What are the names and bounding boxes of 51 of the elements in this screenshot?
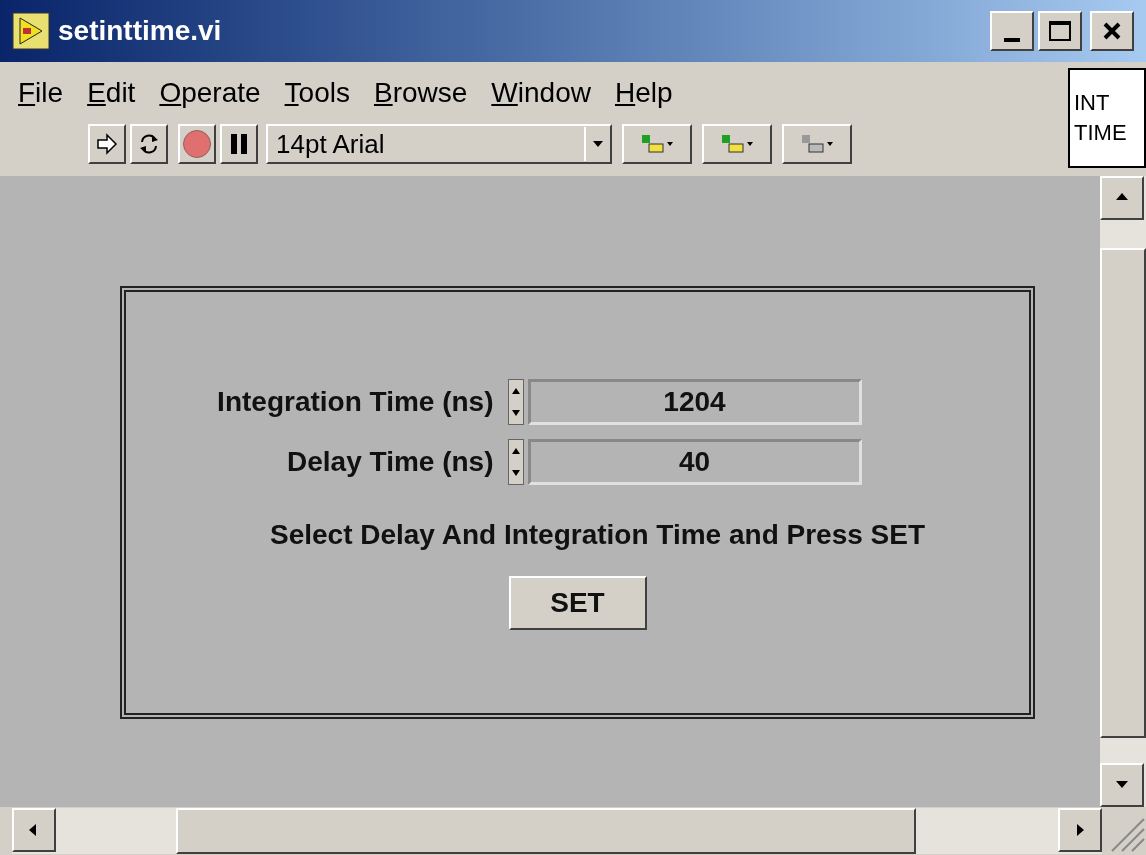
scroll-thumb[interactable] xyxy=(176,808,916,854)
font-dropdown[interactable]: 14pt Arial xyxy=(266,124,612,164)
distribute-icon xyxy=(719,132,755,156)
reorder-button[interactable] xyxy=(782,124,852,164)
minimize-icon xyxy=(1004,38,1020,42)
menu-item[interactable]: Edit xyxy=(87,72,136,114)
icon-text: TIME xyxy=(1074,119,1128,147)
increment-decrement-control[interactable] xyxy=(507,439,524,485)
vi-icon xyxy=(12,12,50,50)
menu-item[interactable]: Tools xyxy=(284,72,350,114)
down-arrow-icon xyxy=(511,410,520,416)
control-label: Delay Time (ns) xyxy=(286,445,494,479)
window-title: setinttime.vi xyxy=(58,14,223,48)
numeric-field[interactable]: 40 xyxy=(527,439,862,485)
caret-icon xyxy=(593,141,603,147)
abort-button[interactable] xyxy=(178,124,216,164)
increment-decrement-control[interactable] xyxy=(507,379,524,425)
numeric-field[interactable]: 1204 xyxy=(527,379,862,425)
scroll-left-button[interactable] xyxy=(12,808,56,852)
pause-button[interactable] xyxy=(220,124,258,164)
up-arrow-icon xyxy=(511,448,520,454)
align-button[interactable] xyxy=(622,124,692,164)
run-continuously-button[interactable] xyxy=(130,124,168,164)
maximize-icon xyxy=(1049,21,1071,41)
scroll-down-button[interactable] xyxy=(1100,763,1144,807)
scroll-thumb[interactable] xyxy=(1100,248,1146,738)
scroll-up-button[interactable] xyxy=(1100,176,1144,220)
arrow-icon xyxy=(96,133,118,155)
scroll-right-button[interactable] xyxy=(1058,808,1102,852)
align-icon xyxy=(639,132,675,156)
set-button[interactable]: SET xyxy=(508,576,647,630)
distribute-button[interactable] xyxy=(702,124,772,164)
menu-item[interactable]: Operate xyxy=(159,72,261,114)
menu-item[interactable]: Window xyxy=(491,72,591,114)
maximize-button[interactable] xyxy=(1038,11,1082,51)
up-arrow-icon xyxy=(511,388,520,394)
stop-icon xyxy=(183,130,211,158)
icon-text: INT xyxy=(1074,89,1111,117)
font-name: 14pt Arial xyxy=(275,127,386,161)
menu-item[interactable]: Browse xyxy=(373,72,468,114)
reorder-icon xyxy=(799,132,835,156)
run-button[interactable] xyxy=(88,124,126,164)
minimize-button[interactable] xyxy=(990,11,1034,51)
menu-item[interactable]: Help xyxy=(614,72,673,114)
menu-item[interactable]: File xyxy=(18,72,64,114)
instruction-text: Select Delay And Integration Time and Press SET xyxy=(269,518,926,552)
pause-icon xyxy=(231,134,247,154)
control-label: Integration Time (ns) xyxy=(216,385,494,419)
close-icon xyxy=(1102,21,1122,41)
down-arrow-icon xyxy=(511,470,520,476)
close-button[interactable] xyxy=(1090,11,1134,51)
